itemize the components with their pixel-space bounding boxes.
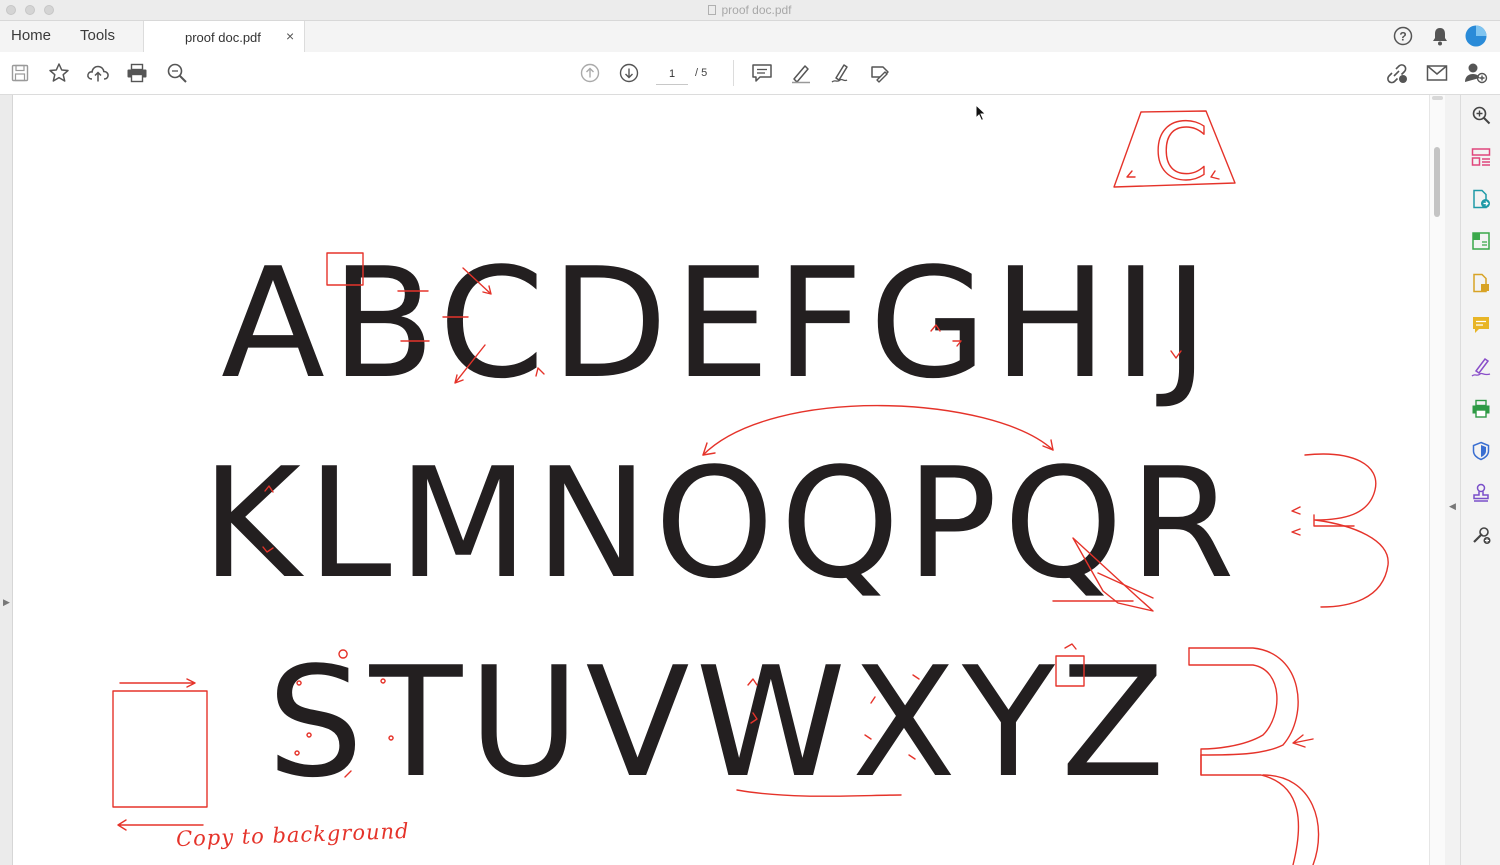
share-link-icon[interactable] [1385,61,1409,85]
scrollbar-thumb[interactable] [1434,147,1440,217]
document-tab[interactable]: proof doc.pdf × [143,21,305,53]
tab-tools[interactable]: Tools [80,27,115,44]
toolbar-divider [733,60,734,86]
main-toolbar: 1 / 5 [0,52,1500,95]
letters-row-1: ABCDEFGHIJ [221,235,1215,412]
window-titlebar: proof doc.pdf [0,0,1500,21]
help-icon[interactable]: ? [1392,25,1414,47]
account-avatar[interactable] [1465,25,1487,47]
tab-home[interactable]: Home [11,27,51,44]
page-number-input[interactable]: 1 [656,64,688,85]
right-tools-panel [1460,95,1500,865]
add-user-icon[interactable] [1464,61,1488,85]
upload-cloud-icon[interactable] [86,61,110,85]
pdf-file-icon [708,5,717,15]
export-pdf-icon[interactable] [1470,188,1492,210]
document-tab-label: proof doc.pdf [185,30,261,45]
search-zoom-icon[interactable] [165,61,189,85]
document-page[interactable]: ABCDEFGHIJ KLMNOQPQR STUVWXYZ C Copy to … [13,95,1429,865]
left-panel-gutter[interactable]: ▶ [0,95,13,865]
collapse-right-panel-icon[interactable]: ◀ [1449,501,1456,512]
print-icon[interactable] [125,61,149,85]
more-tools-icon[interactable] [1470,524,1492,546]
bookmark-star-icon[interactable] [47,61,71,85]
protect-icon[interactable] [1470,440,1492,462]
stamp-icon[interactable] [1470,482,1492,504]
create-pdf-icon[interactable] [1470,272,1492,294]
page-total: / 5 [695,67,708,79]
edit-pdf-icon[interactable] [1470,230,1492,252]
scrollbar-top-cap [1432,96,1443,100]
expand-left-panel-icon[interactable]: ▶ [3,597,10,608]
close-tab-button[interactable]: × [286,28,294,44]
fill-sign-icon[interactable] [1470,356,1492,378]
right-panel-toggle-strip[interactable]: ◀ [1445,95,1460,865]
previous-page-icon[interactable] [578,61,602,85]
document-letters: ABCDEFGHIJ KLMNOQPQR STUVWXYZ [201,235,1240,811]
comment-tool-icon[interactable] [1470,314,1492,336]
next-page-icon[interactable] [617,61,641,85]
svg-text:?: ? [1399,30,1406,44]
email-icon[interactable] [1425,61,1449,85]
bell-icon[interactable] [1429,25,1451,47]
draw-sign-icon[interactable] [829,61,853,85]
window-title: proof doc.pdf [0,3,1500,17]
highlight-pen-icon[interactable] [789,61,813,85]
letters-row-2: KLMNOQPQR [201,435,1240,612]
comment-icon[interactable] [750,61,774,85]
vertical-scrollbar[interactable] [1429,95,1445,865]
tab-bar: Home Tools proof doc.pdf × ? [0,21,1500,53]
mouse-cursor-icon [975,104,987,122]
print-production-icon[interactable] [1470,398,1492,420]
zoom-icon[interactable] [1470,104,1492,126]
organize-pages-icon[interactable] [1470,146,1492,168]
letters-row-3: STUVWXYZ [267,634,1171,811]
stamp-edit-icon[interactable] [868,61,892,85]
save-icon[interactable] [8,61,32,85]
